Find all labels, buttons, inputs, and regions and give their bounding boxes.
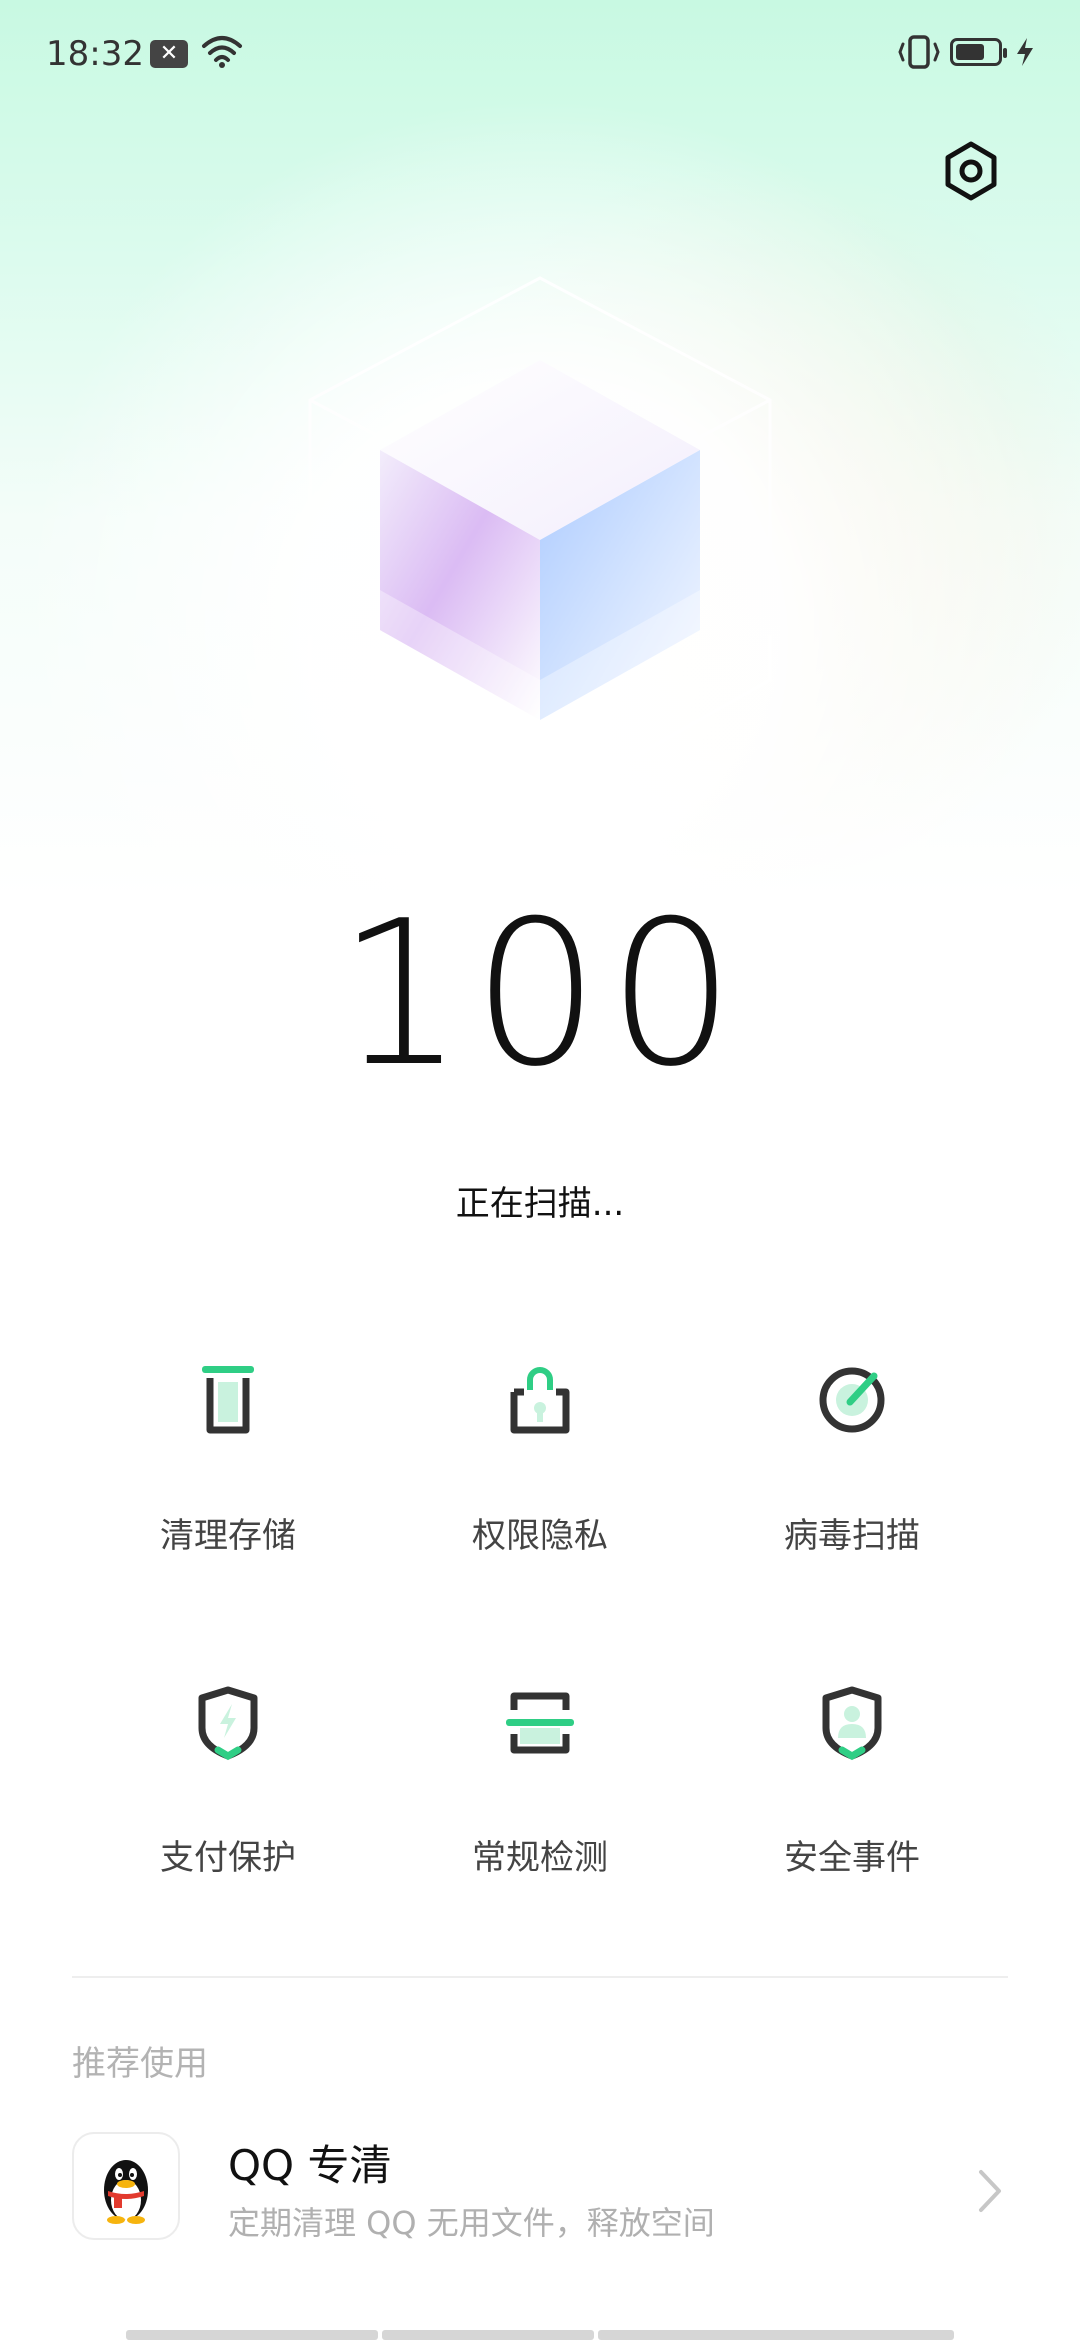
feature-label: 安全事件 [784,1838,920,1878]
scan-status-text: 正在扫描... [455,1184,625,1224]
feature-routine-check[interactable]: 常规检测 [384,1682,696,1942]
feature-permission-privacy[interactable]: 权限隐私 [384,1360,696,1620]
scan-frame-icon [506,1692,574,1754]
vibrate-icon [898,35,940,69]
feature-security-events[interactable]: 安全事件 [696,1682,1008,1942]
feature-payment-protection[interactable]: 支付保护 [72,1682,384,1942]
status-bar: 18:32 ✕ [0,0,1080,110]
lock-privacy-icon [510,1367,570,1434]
feature-label: 权限隐私 [472,1516,608,1556]
status-time: 18:32 [46,34,144,74]
security-cube-illustration [290,276,790,820]
wifi-icon [202,36,242,68]
charging-bolt-icon [1017,38,1033,66]
chevron-right-icon [979,2170,1001,2212]
feature-label: 支付保护 [160,1838,296,1878]
battery-level [956,44,984,60]
settings-hexagon-icon[interactable] [940,140,1002,202]
feature-clean-storage[interactable]: 清理存储 [72,1360,384,1620]
recommend-item-qq-clean[interactable]: QQ 专清 定期清理 QQ 无用文件，释放空间 [72,2128,1008,2258]
recommend-item-title: QQ 专清 [228,2141,392,2190]
recommend-section-title: 推荐使用 [72,2044,208,2084]
security-score: 100 [337,878,743,1111]
battery-icon [950,38,1007,66]
feature-label: 病毒扫描 [784,1516,920,1556]
recommend-item-desc: 定期清理 QQ 无用文件，释放空间 [228,2204,715,2242]
user-shield-icon [822,1686,882,1761]
feature-label: 常规检测 [472,1838,608,1878]
payment-shield-icon [198,1686,258,1761]
close-notification-icon: ✕ [150,40,188,68]
feature-label: 清理存储 [160,1516,296,1556]
qq-penguin-icon [72,2132,180,2240]
feature-virus-scan[interactable]: 病毒扫描 [696,1360,1008,1620]
bottom-peek-bar [126,2330,954,2340]
virus-scan-icon [819,1367,885,1433]
trash-clean-icon [202,1366,254,1434]
section-divider [72,1976,1008,1978]
